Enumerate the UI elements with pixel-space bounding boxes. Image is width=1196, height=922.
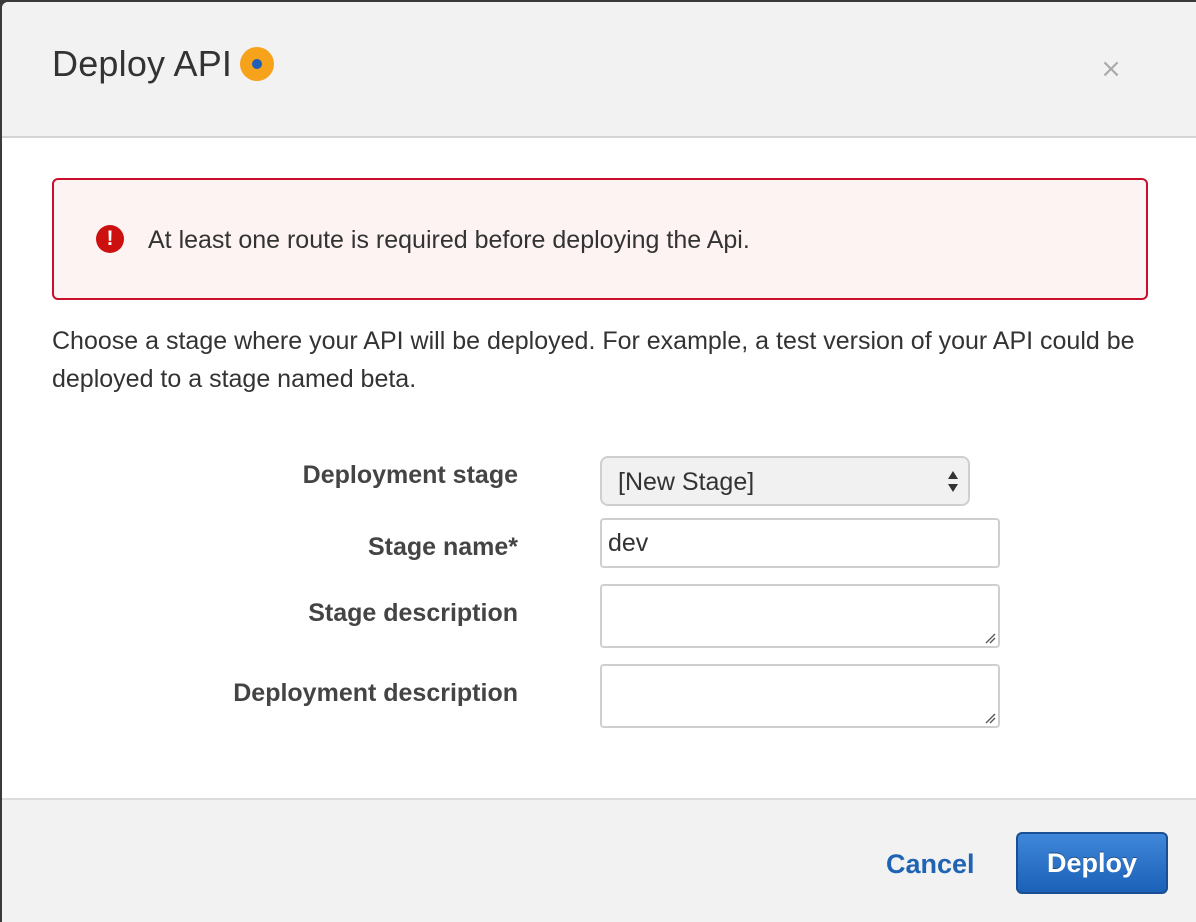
select-up-down-arrows-icon <box>948 471 958 492</box>
resize-grip-icon[interactable] <box>984 712 996 724</box>
deployment-stage-label: Deployment stage <box>302 461 518 489</box>
cancel-button[interactable]: Cancel <box>886 848 975 880</box>
close-icon[interactable]: × <box>1100 56 1122 82</box>
dialog-footer: Cancel Deploy <box>2 798 1196 922</box>
intro-text: Choose a stage where your API will be de… <box>52 327 1135 393</box>
stage-description-label: Stage description <box>308 599 518 627</box>
deploy-button[interactable]: Deploy <box>1016 832 1168 894</box>
stage-name-input[interactable] <box>600 518 1000 568</box>
stage-description-textarea[interactable] <box>600 584 1000 648</box>
dialog-title-text: Deploy API <box>52 43 233 84</box>
deployment-description-textarea[interactable] <box>600 664 1000 728</box>
stage-name-label: Stage name* <box>367 533 518 561</box>
new-feature-dot-icon <box>240 47 275 81</box>
error-exclamation-icon: ! <box>96 225 124 253</box>
deployment-stage-selected-value: [New Stage] <box>618 468 755 496</box>
deployment-description-label: Deployment description <box>233 679 518 707</box>
resize-grip-icon[interactable] <box>984 632 996 644</box>
error-alert: ! At least one route is required before … <box>52 178 1148 300</box>
deploy-api-dialog: Deploy API × ! At least one route is req… <box>2 2 1196 922</box>
error-alert-message: At least one route is required before de… <box>148 226 750 254</box>
dialog-header: Deploy API × <box>2 2 1196 138</box>
dialog-title: Deploy API <box>52 42 275 86</box>
deployment-stage-select[interactable]: [New Stage] <box>600 456 970 506</box>
